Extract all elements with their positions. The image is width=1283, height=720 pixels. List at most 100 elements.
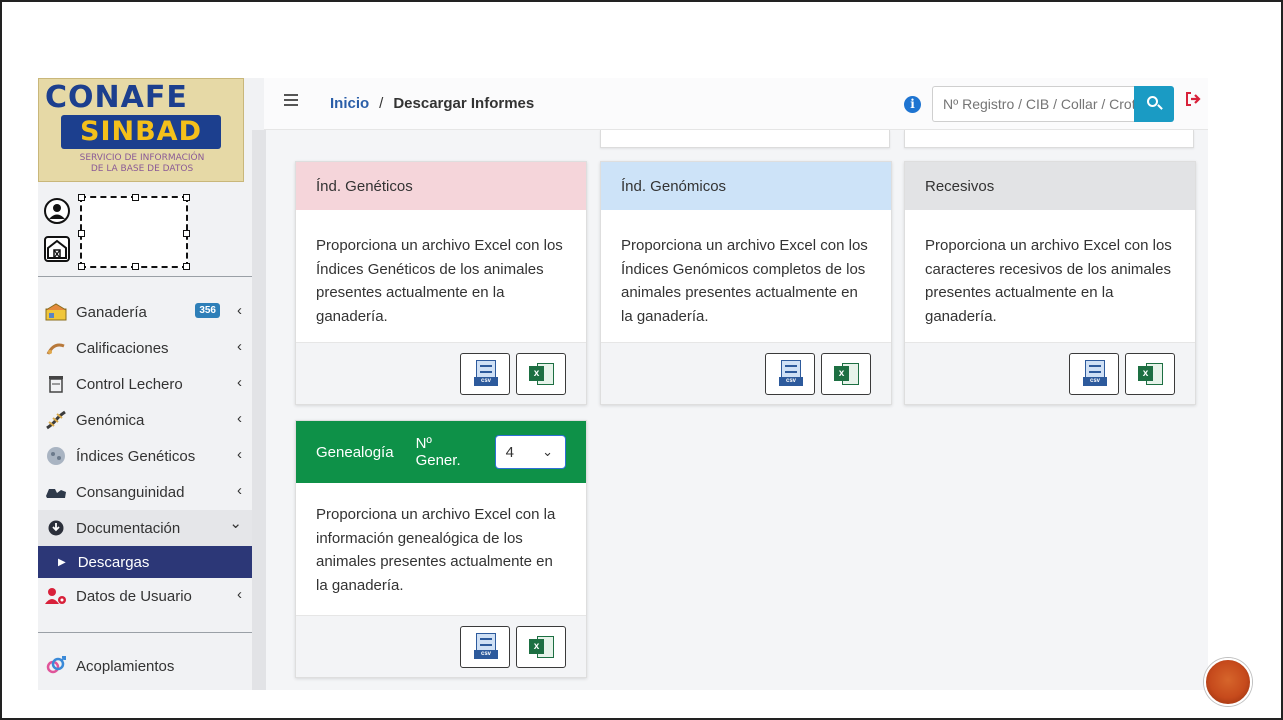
sidebar-item-calificaciones[interactable]: Calificaciones ‹ (38, 330, 254, 366)
card-title: Genealogía (316, 443, 394, 461)
card-footer: csv x (905, 342, 1195, 404)
download-csv-button[interactable]: csv (1069, 353, 1119, 395)
dna-icon (44, 410, 68, 430)
logout-icon[interactable] (1185, 91, 1201, 112)
barn-icon[interactable] (44, 236, 70, 262)
sidebar-item-label: Descargas (77, 553, 150, 571)
rating-icon (44, 338, 68, 358)
card-description: Proporciona un archivo Excel con la info… (316, 506, 556, 594)
download-excel-button[interactable]: x (821, 353, 871, 395)
consanguinity-icon (44, 482, 68, 502)
conafe-sinbad-logo[interactable]: CONAFE SINBAD SERVICIO DE INFORMACIÓN DE… (38, 78, 244, 182)
chevron-left-icon: ‹ (237, 410, 242, 427)
herd-icon (44, 302, 68, 322)
search-input[interactable] (932, 86, 1135, 122)
breadcrumb-home-link[interactable]: Inicio (330, 95, 369, 112)
csv-file-icon: csv (779, 360, 803, 386)
excel-letter: x (1138, 366, 1153, 381)
slide-frame: CONAFE SINBAD SERVICIO DE INFORMACIÓN DE… (0, 0, 1283, 720)
excel-letter: x (834, 366, 849, 381)
card-stub (600, 130, 890, 148)
sidebar-item-genomica[interactable]: Genómica ‹ (38, 402, 254, 438)
selection-handle (132, 263, 139, 270)
search-button[interactable] (1134, 86, 1174, 122)
sidebar-item-control-lechero[interactable]: Control Lechero ‹ (38, 366, 254, 402)
user-circle-icon[interactable] (44, 198, 70, 224)
selection-handle (78, 230, 85, 237)
card-description: Proporciona un archivo Excel con los Índ… (621, 237, 868, 325)
report-card-recesivos: Recesivos Proporciona un archivo Excel c… (904, 161, 1196, 405)
info-icon[interactable]: i (904, 96, 921, 113)
selection-handle (78, 263, 85, 270)
card-title: Índ. Genómicos (621, 177, 727, 195)
card-footer: csv x (296, 615, 586, 677)
card-description: Proporciona un archivo Excel con los Índ… (316, 237, 563, 325)
chevron-left-icon: ‹ (237, 482, 242, 499)
logo-tagline-1: SERVICIO DE INFORMACIÓN (79, 153, 205, 163)
sidebar-item-label: Genómica (76, 411, 145, 429)
sidebar-divider (38, 632, 254, 633)
card-header: Recesivos (905, 162, 1195, 210)
selection-handle (183, 230, 190, 237)
csv-tag: csv (1083, 377, 1107, 386)
milk-control-icon (44, 374, 68, 394)
excel-file-icon: x (834, 361, 860, 387)
breadcrumb-separator: / (379, 95, 384, 112)
card-title: Recesivos (925, 177, 995, 195)
sidebar-item-datos-usuario[interactable]: Datos de Usuario ‹ (38, 578, 254, 614)
sidebar: CONAFE SINBAD SERVICIO DE INFORMACIÓN DE… (38, 78, 264, 690)
chevron-down-icon: ⌄ (542, 444, 553, 459)
csv-file-icon: csv (474, 360, 498, 386)
sidebar-item-label: Acoplamientos (76, 657, 175, 675)
genetic-index-icon (44, 446, 68, 466)
card-description: Proporciona un archivo Excel con los car… (925, 237, 1172, 325)
download-csv-button[interactable]: csv (460, 626, 510, 668)
csv-file-icon: csv (474, 633, 498, 659)
sidebar-item-ganaderia[interactable]: Ganadería 356 ‹ (38, 294, 254, 330)
generations-select[interactable]: 4 ⌄ (494, 435, 566, 469)
chevron-left-icon: ‹ (237, 446, 242, 463)
selection-handle (183, 194, 190, 201)
logo-tagline-2: DE LA BASE DE DATOS (90, 164, 194, 174)
card-stub (904, 130, 1194, 148)
selection-handle (132, 194, 139, 201)
csv-file-icon: csv (1083, 360, 1107, 386)
logo-line-2: SINBAD (61, 115, 221, 149)
download-excel-button[interactable]: x (516, 353, 566, 395)
sidebar-item-label: Índices Genéticos (76, 447, 196, 465)
sidebar-item-indices-geneticos[interactable]: Índices Genéticos ‹ (38, 438, 254, 474)
card-title: Índ. Genéticos (316, 177, 413, 195)
sidebar-item-label: Control Lechero (76, 375, 183, 393)
hamburger-menu-icon[interactable] (284, 94, 298, 109)
excel-letter: x (529, 639, 544, 654)
report-card-genealogia: Genealogía Nº Gener. 4 ⌄ Proporciona un … (295, 420, 587, 678)
report-card-indices-geneticos: Índ. Genéticos Proporciona un archivo Ex… (295, 161, 587, 405)
chevron-left-icon: ‹ (237, 586, 242, 603)
sidebar-item-acoplamientos[interactable]: Acoplamientos (38, 648, 254, 684)
sidebar-item-label: Ganadería (76, 303, 147, 321)
caret-right-icon: ▶ (58, 556, 66, 568)
download-circle-icon (44, 518, 68, 538)
sidebar-item-descargas[interactable]: ▶ Descargas (38, 546, 254, 578)
generations-value: 4 (505, 444, 514, 461)
card-footer: csv x (296, 342, 586, 404)
sidebar-menu: Ganadería 356 ‹ Calificaciones ‹ Control… (38, 294, 254, 614)
selection-handle (183, 263, 190, 270)
user-info-box[interactable] (78, 194, 190, 270)
download-csv-button[interactable]: csv (765, 353, 815, 395)
presentation-logo (1204, 658, 1252, 706)
download-excel-button[interactable]: x (1125, 353, 1175, 395)
download-csv-button[interactable]: csv (460, 353, 510, 395)
breadcrumb-current: Descargar Informes (393, 95, 535, 112)
excel-letter: x (529, 366, 544, 381)
download-excel-button[interactable]: x (516, 626, 566, 668)
card-header: Índ. Genómicos (601, 162, 891, 210)
sidebar-scrollbar[interactable] (252, 130, 266, 690)
top-navbar: Inicio / Descargar Informes i (264, 78, 1208, 130)
sidebar-item-consanguinidad[interactable]: Consanguinidad ‹ (38, 474, 254, 510)
sidebar-item-label: Datos de Usuario (76, 587, 192, 605)
chevron-left-icon: ‹ (237, 374, 242, 391)
breadcrumb: Inicio / Descargar Informes (330, 95, 534, 112)
sidebar-item-documentacion[interactable]: Documentación ⌄ (38, 510, 254, 546)
logo-tagline: SERVICIO DE INFORMACIÓN DE LA BASE DE DA… (39, 153, 243, 175)
